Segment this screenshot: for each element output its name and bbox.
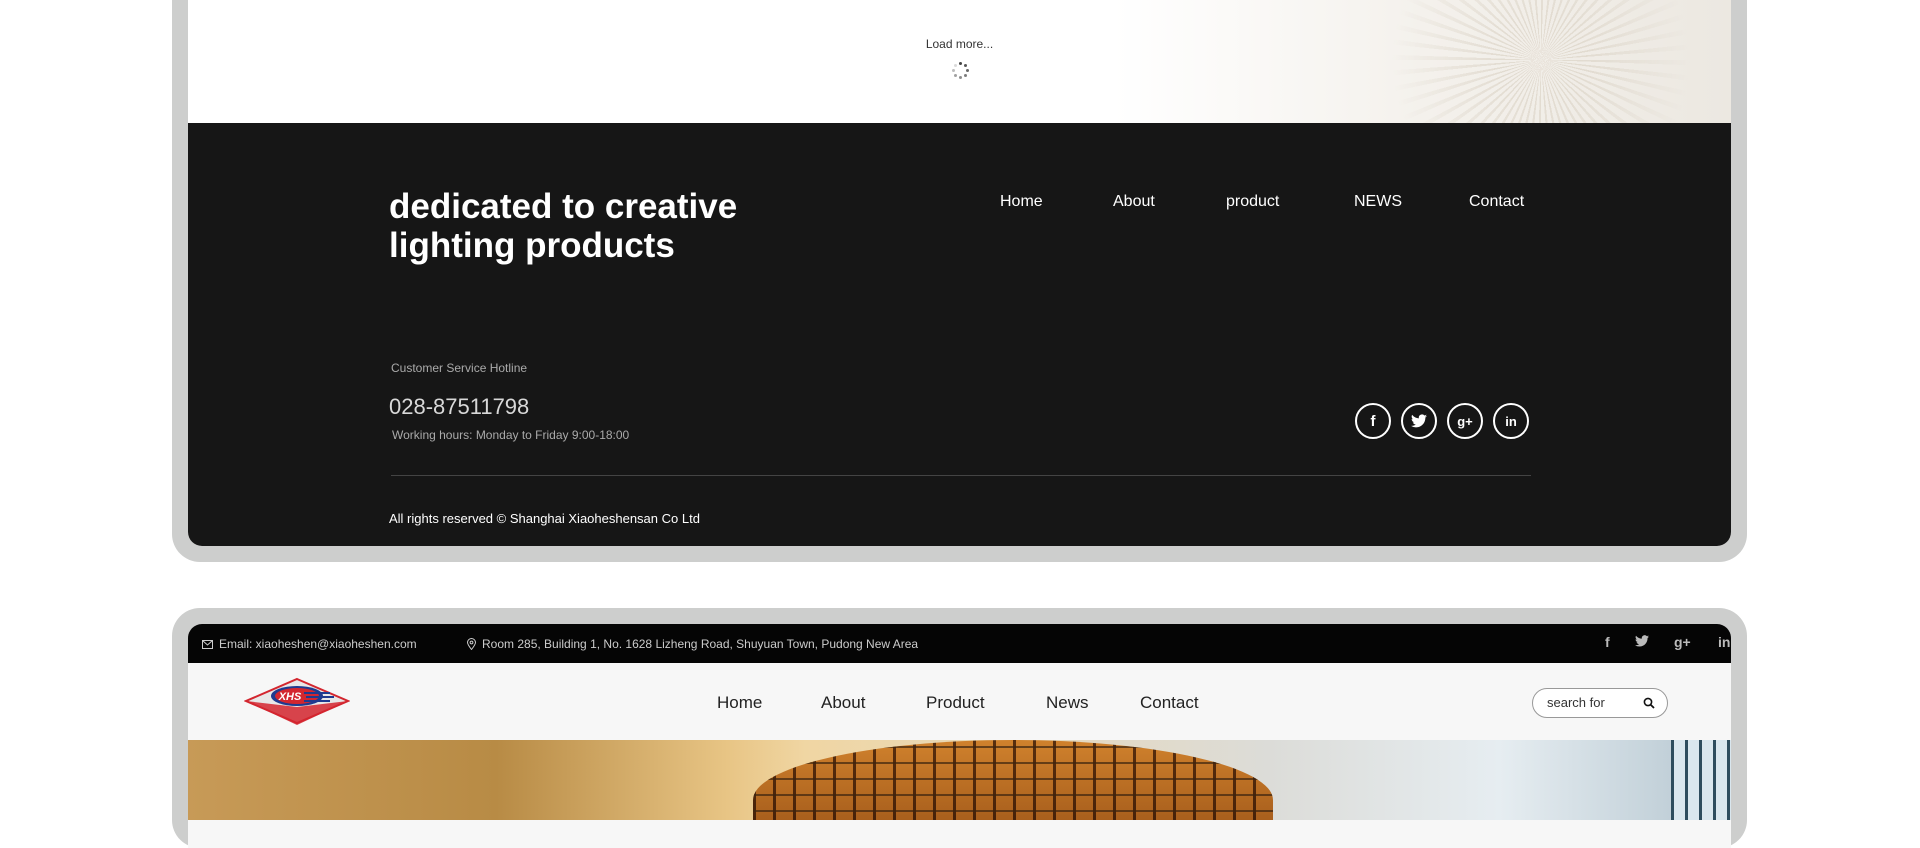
site-footer: dedicated to creative lighting products … [188, 123, 1731, 546]
header-google-plus-icon[interactable]: g+ [1674, 634, 1691, 650]
nav-news[interactable]: News [1046, 693, 1089, 713]
search-input[interactable] [1547, 695, 1627, 710]
footer-nav-contact[interactable]: Contact [1469, 193, 1524, 211]
working-hours: Working hours: Monday to Friday 9:00-18:… [392, 428, 630, 442]
load-more-area: Load more... [188, 0, 1731, 123]
woven-lamp-texture [753, 740, 1273, 820]
header-facebook-icon[interactable]: f [1605, 634, 1610, 650]
search-icon[interactable] [1643, 697, 1655, 709]
location-pin-icon [467, 638, 476, 650]
twitter-icon[interactable] [1401, 403, 1437, 439]
nav-home[interactable]: Home [717, 693, 762, 713]
device-frame-2: Email: xiaoheshen@xiaoheshen.com Room 28… [172, 608, 1747, 848]
window-blinds-image [1671, 740, 1731, 820]
nav-product[interactable]: Product [926, 693, 985, 713]
header-address-text: Room 285, Building 1, No. 1628 Lizheng R… [482, 637, 919, 651]
footer-nav-about[interactable]: About [1113, 193, 1155, 211]
footer-nav-product[interactable]: product [1226, 193, 1279, 211]
header-linkedin-icon[interactable]: in [1718, 634, 1730, 650]
loading-spinner-icon [952, 62, 970, 80]
footer-nav-home[interactable]: Home [1000, 193, 1043, 211]
linkedin-icon[interactable]: in [1493, 403, 1529, 439]
header-twitter-icon[interactable] [1635, 634, 1649, 650]
logo-text: XHS [278, 691, 302, 703]
footer-divider [391, 475, 1531, 476]
hotline-phone: 028-87511798 [389, 394, 530, 419]
google-plus-icon[interactable]: g+ [1447, 403, 1483, 439]
company-logo[interactable]: XHS [244, 677, 350, 727]
screen-2: Email: xiaoheshen@xiaoheshen.com Room 28… [188, 624, 1731, 848]
header-email-text: Email: xiaoheshen@xiaoheshen.com [219, 637, 417, 651]
header-address: Room 285, Building 1, No. 1628 Lizheng R… [467, 637, 918, 651]
facebook-icon[interactable]: f [1355, 403, 1391, 439]
main-navbar: XHS Home About Product News Contact [188, 663, 1731, 740]
footer-nav-news[interactable]: NEWS [1354, 193, 1402, 211]
hero-banner-image [188, 740, 1731, 820]
top-info-bar: Email: xiaoheshen@xiaoheshen.com Room 28… [188, 624, 1731, 663]
device-frame-1: Load more... dedicated to creative light… [172, 0, 1747, 562]
copyright-text: All rights reserved © Shanghai Xiaoheshe… [389, 511, 700, 526]
header-email[interactable]: Email: xiaoheshen@xiaoheshen.com [202, 637, 417, 651]
hotline-label: Customer Service Hotline [391, 361, 528, 375]
nav-about[interactable]: About [821, 693, 865, 713]
footer-tagline: dedicated to creative lighting products [389, 187, 738, 265]
chandelier-decoration [1391, 0, 1691, 123]
nav-contact[interactable]: Contact [1140, 693, 1199, 713]
screen-1: Load more... dedicated to creative light… [188, 0, 1731, 546]
mail-icon [202, 639, 213, 649]
load-more-link[interactable]: Load more... [188, 37, 1731, 51]
search-box [1532, 688, 1668, 718]
